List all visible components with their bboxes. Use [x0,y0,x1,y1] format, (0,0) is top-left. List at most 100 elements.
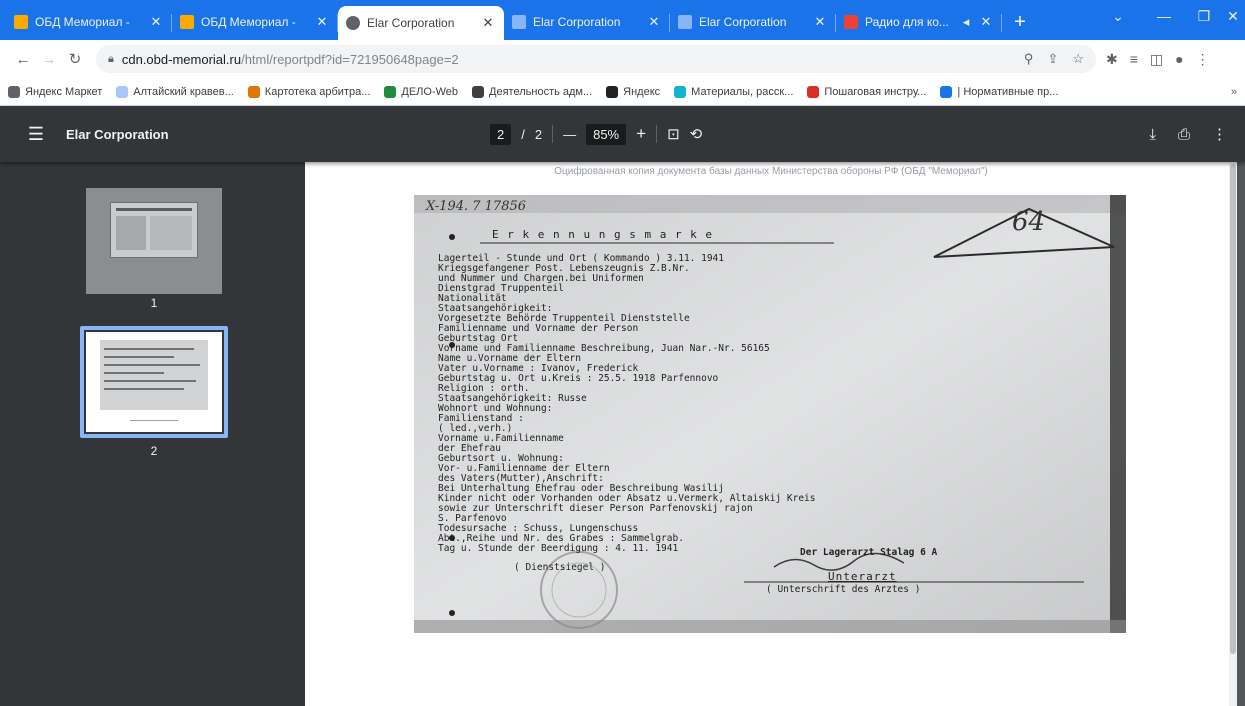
bookmark-item[interactable]: Материалы, расск... [674,85,794,98]
tab-title: Радио для ко... [865,15,949,29]
doc-line: Vorgesetzte Behörde Truppenteil Dienstst… [438,313,690,324]
tab-title: Elar Corporation [533,15,621,29]
doc-line: Nationalität [438,293,507,304]
doc-line: S. Parfenovo [438,513,507,524]
more-options-icon[interactable]: ⋮ [1212,125,1227,143]
page-separator: / [521,126,525,142]
bookmark-star-icon[interactable]: ☆ [1072,51,1084,67]
doc-signature: Unterarzt [828,570,897,583]
doc-line: und Nummer und Chargen.bei Uniformen [438,273,644,284]
scrollbar-thumb[interactable] [1230,164,1236,654]
bookmark-favicon-icon [807,85,820,98]
share-icon[interactable]: ⇪ [1047,51,1058,67]
thumbnail-page-2[interactable] [86,332,222,432]
bookmarks-bar: Яндекс Маркет Алтайский кравев... Картотек… [0,78,1245,106]
close-tab-icon[interactable]: ✕ [480,15,496,31]
tab-5[interactable]: Elar Corporation ✕ [670,6,836,38]
thumbnail-page-1[interactable] [86,188,222,294]
bookmark-label: Пошаговая инстру... [824,85,927,98]
menu-kebab-icon[interactable]: ⋮ [1196,51,1210,68]
bookmark-favicon-icon [940,85,953,98]
bookmark-item[interactable]: Яндекс Маркет [8,85,102,98]
bookmark-favicon-icon [472,85,485,98]
download-icon[interactable]: ⤓ [1149,126,1156,143]
close-tab-icon[interactable]: ✕ [314,14,330,30]
doc-line: Name u.Vorname der Eltern [438,353,581,364]
bookmark-label: | Нормативные пр... [957,85,1059,98]
side-panel-icon[interactable]: ◫ [1150,51,1163,68]
fit-page-icon[interactable]: ⊡ [667,125,680,143]
doc-line: Kinder nicht oder Vorhanden oder Absatz … [438,493,816,504]
bookmark-favicon-icon [606,85,619,98]
doc-line: Vorname u.Familienname [438,433,564,444]
extensions-icon[interactable]: ✱ [1106,51,1118,68]
close-tab-icon[interactable]: ✕ [148,14,164,30]
reload-icon[interactable]: ↻ [62,46,88,72]
divider [656,125,658,143]
zoom-icon[interactable]: ⚲ [1024,51,1034,67]
doc-line: Tag u. Stunde der Beerdigung : 4. 11. 19… [438,543,679,554]
print-icon[interactable]: ⎙ [1178,126,1190,143]
doc-line: Wohnort und Wohnung: [438,403,553,414]
doc-line: Vorname und Familienname Beschreibung, J… [438,343,770,354]
bookmark-label: Материалы, расск... [691,85,794,98]
doc-line: sowie zur Unterschrift dieser Person Par… [438,503,753,514]
tab-1[interactable]: ОБД Мемориал - ✕ [6,6,172,38]
bookmark-item[interactable]: ДЕЛО-Web [384,85,459,98]
close-tab-icon[interactable]: ✕ [646,14,662,30]
bookmark-item[interactable]: Пошаговая инстру... [807,85,927,98]
zoom-input[interactable]: 85% [586,123,627,145]
doc-line: Staatsangehörigkeit: Russe [438,393,587,404]
lock-icon[interactable]: 🔒︎ [108,53,114,66]
thumbnail-label: 2 [150,444,158,458]
bookmark-item[interactable]: Картотека арбитра... [247,85,371,98]
bookmark-label: Картотека арбитра... [264,85,371,98]
tab-3[interactable]: Elar Corporation ✕ [338,6,504,40]
zoom-in-button[interactable]: + [636,124,646,144]
tab-4[interactable]: Elar Corporation ✕ [504,6,670,38]
scrollbar[interactable] [1229,162,1237,706]
bookmark-item[interactable]: Деятельность адм... [472,85,592,98]
doc-line: Vor- u.Familienname der Eltern [438,463,610,474]
pdf-page: Оцифрованная копия документа базы данных… [305,162,1237,706]
doc-heading: E r k e n n u n g s m a r k e [492,228,714,241]
back-icon[interactable]: ← [10,46,36,72]
bookmark-item[interactable]: | Нормативные пр... [940,85,1059,98]
tab-title: ОБД Мемориал - [201,15,296,29]
audio-icon[interactable]: ◂ [958,14,974,30]
close-tab-icon[interactable]: ✕ [978,14,994,30]
bookmark-item[interactable]: Яндекс [606,85,660,98]
address-bar[interactable]: 🔒︎ cdn.obd-memorial.ru/html/reportpdf?id… [96,45,1096,73]
tab-separator [1001,14,1002,32]
doc-line: Geburtstag Ort [438,333,519,344]
page-number-input[interactable]: 2 [490,123,512,145]
bookmark-label: Алтайский кравев... [133,85,234,98]
url-host: cdn.obd-memorial.ru [121,51,242,67]
menu-hamburger-icon[interactable]: ☰ [14,124,58,145]
tab-search-icon[interactable]: ⌄ [1095,0,1141,32]
doc-line: Bei Unterhaltung Ehefrau oder Beschreibu… [438,483,724,494]
bookmark-item[interactable]: Алтайский кравев... [116,85,234,98]
bookmark-favicon-icon [8,85,20,98]
divider [552,125,554,143]
page-caption: Оцифрованная копия документа базы данных… [554,166,988,177]
doc-body: Lagerteil - Stunde und Ort ( Kommando ) … [438,253,816,554]
close-tab-icon[interactable]: ✕ [812,14,828,30]
bookmarks-overflow-icon[interactable]: » [1231,86,1237,98]
close-window-icon[interactable]: ✕ [1210,0,1245,32]
pdf-viewer[interactable]: Оцифрованная копия документа базы данных… [305,162,1245,706]
forward-icon[interactable]: → [36,46,62,72]
doc-line: Todesursache : Schuss, Lungenschuss [438,523,639,534]
favicon-icon [346,16,360,30]
zoom-out-button[interactable]: — [563,127,576,142]
profile-icon[interactable]: ● [1175,51,1183,68]
tab-6[interactable]: Радио для ко... ◂ ✕ [836,6,1002,38]
favicon-icon [844,15,858,29]
rotate-icon[interactable]: ⟲ [690,125,703,143]
tab-2[interactable]: ОБД Мемориал - ✕ [172,6,338,38]
reading-list-icon[interactable]: ≡ [1130,51,1138,68]
pdf-toolbar: ☰ Elar Corporation 2 / 2 — 85% + ⊡ ⟲ ⤓ ⎙… [0,106,1245,162]
bookmark-label: ДЕЛО-Web [401,85,459,98]
doc-line: Vater u.Vorname : Ivanov, Frederick [438,363,639,374]
new-tab-button[interactable]: + [1006,8,1034,36]
